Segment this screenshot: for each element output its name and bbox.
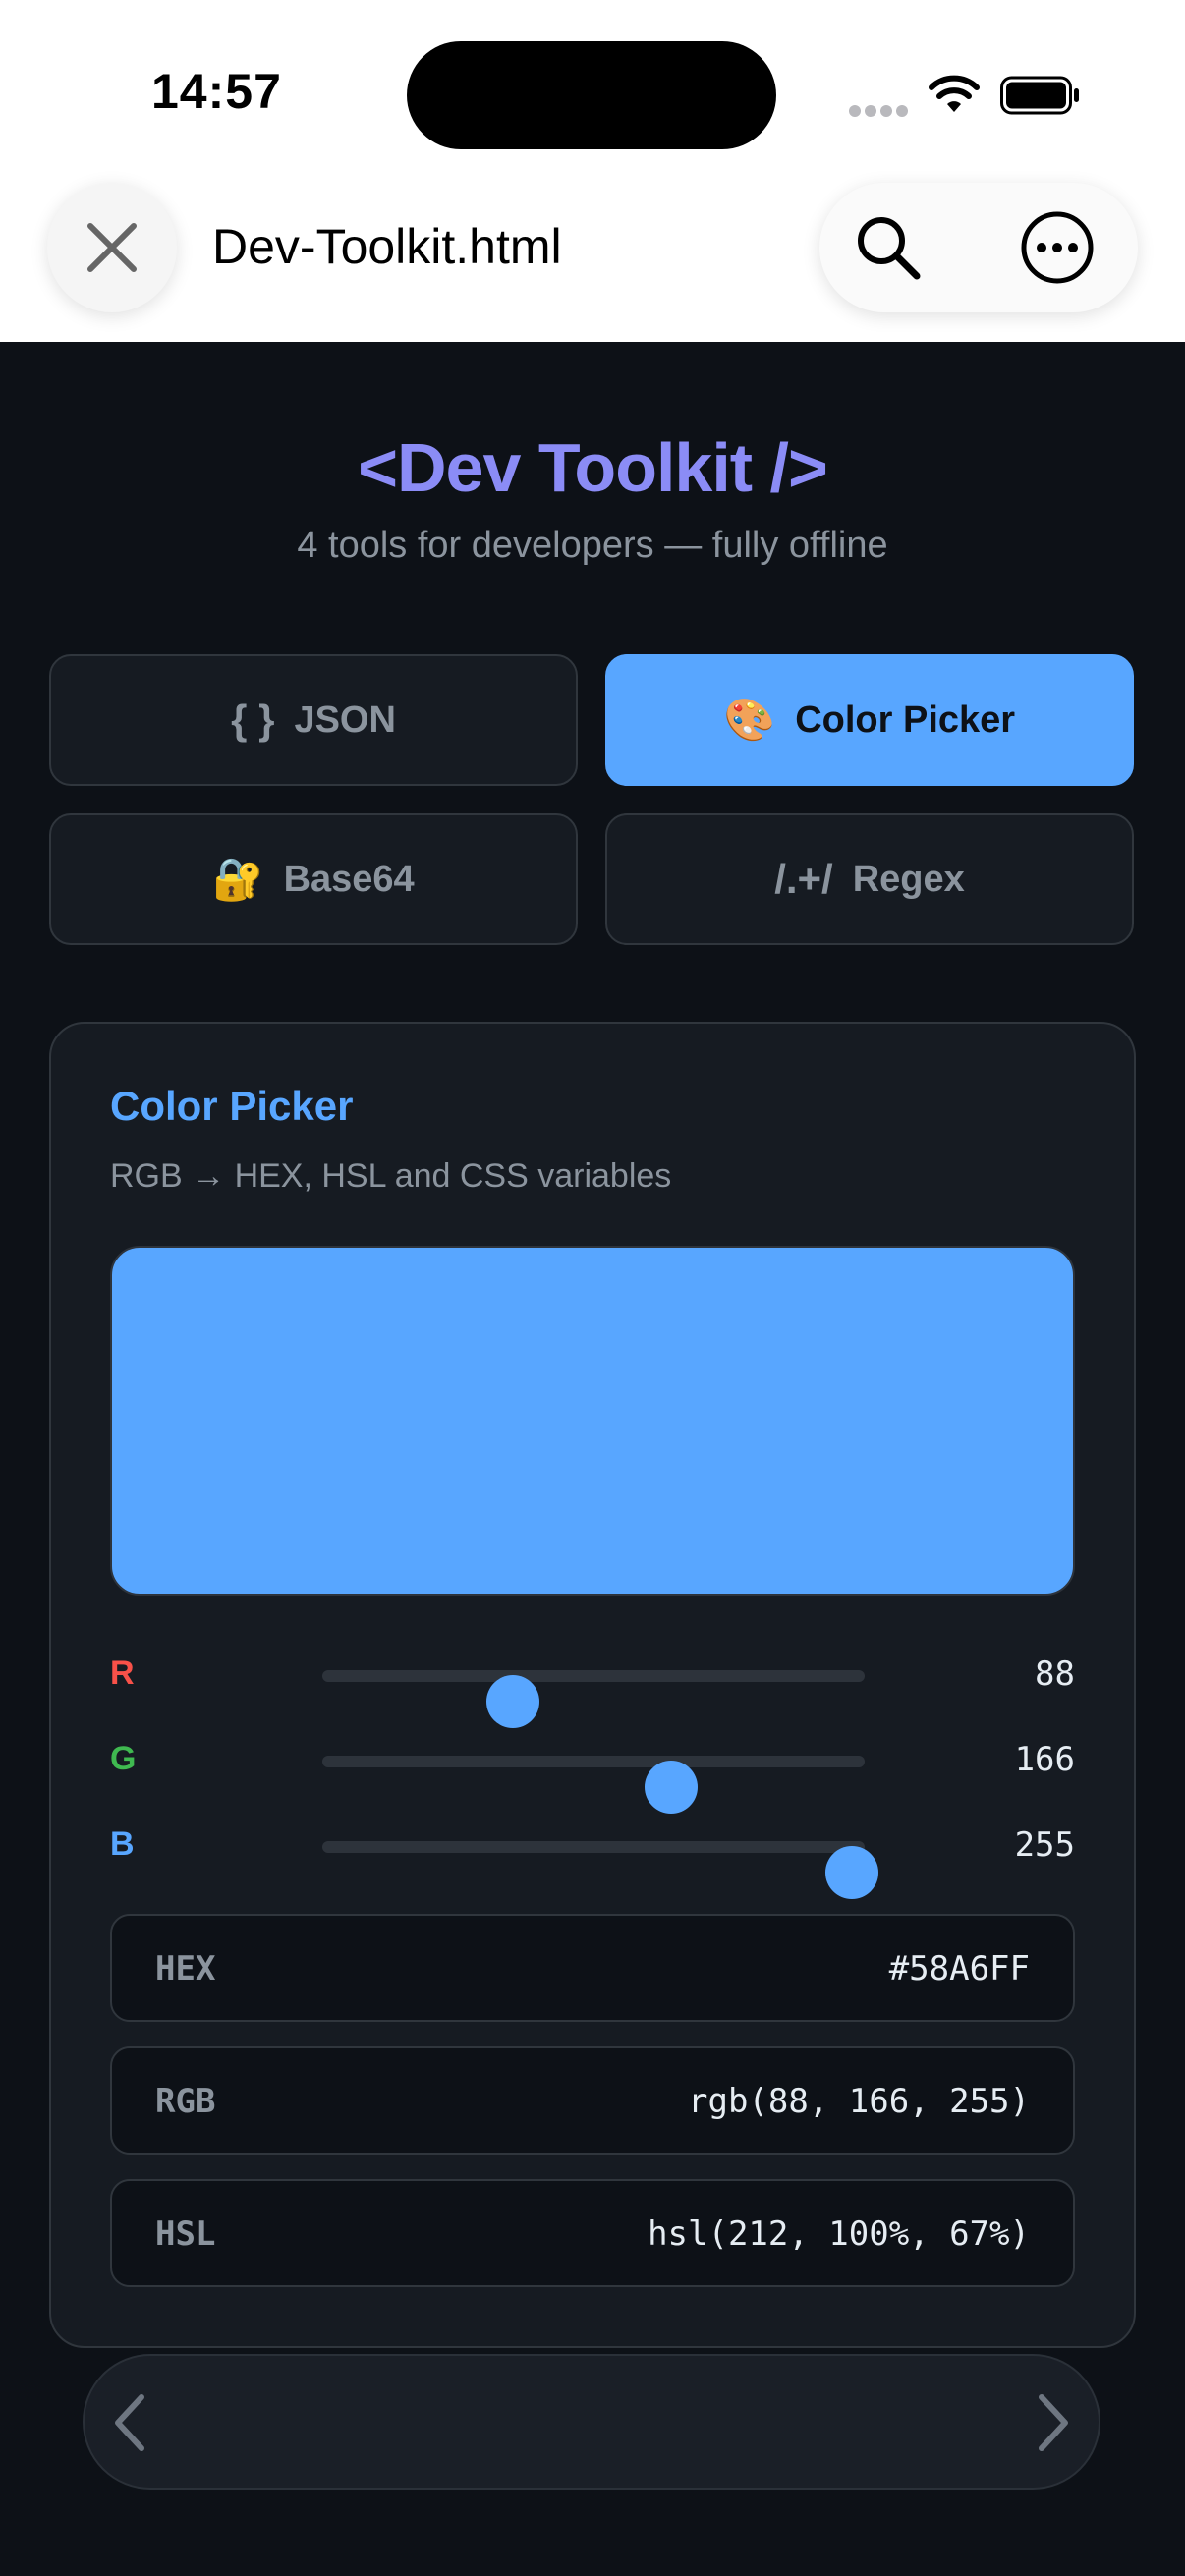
chevron-left-icon[interactable]	[102, 2389, 161, 2456]
tab-label: Regex	[852, 858, 965, 900]
panel-title: Color Picker	[110, 1083, 354, 1129]
tab-regex[interactable]: /.+/ Regex	[605, 813, 1134, 945]
color-swatch	[110, 1246, 1075, 1596]
status-time: 14:57	[151, 64, 282, 119]
battery-icon	[1000, 76, 1079, 115]
browser-nav-bar	[83, 2354, 1100, 2490]
tab-base64[interactable]: 🔐 Base64	[49, 813, 578, 945]
red-slider[interactable]	[322, 1670, 865, 1728]
output-key: RGB	[155, 2082, 216, 2121]
tab-color-picker[interactable]: 🎨 Color Picker	[605, 654, 1134, 786]
hsl-output[interactable]: HSL hsl(212, 100%, 67%)	[110, 2179, 1075, 2287]
page-title: Dev-Toolkit.html	[212, 219, 562, 274]
tab-label: Base64	[283, 858, 415, 900]
app-title: <Dev Toolkit />	[358, 429, 828, 506]
panel-subtitle: RGB → HEX, HSL and CSS variables	[110, 1157, 672, 1195]
output-value: hsl(212, 100%, 67%)	[648, 2214, 1030, 2254]
slider-thumb[interactable]	[825, 1846, 878, 1899]
tab-json[interactable]: { } JSON	[49, 654, 578, 786]
slider-label: G	[110, 1740, 137, 1777]
app-subtitle: 4 tools for developers — fully offline	[297, 525, 888, 566]
rgb-output[interactable]: RGB rgb(88, 166, 255)	[110, 2046, 1075, 2155]
blue-slider[interactable]	[322, 1841, 878, 1899]
slider-row-red: R 88	[110, 1645, 1075, 1728]
tab-label: JSON	[294, 699, 396, 741]
search-button[interactable]	[853, 212, 924, 283]
output-value: rgb(88, 166, 255)	[688, 2082, 1030, 2121]
slider-value: 88	[1035, 1654, 1075, 1694]
regex-icon: /.+/	[774, 856, 833, 902]
dynamic-island	[407, 41, 776, 149]
close-icon	[87, 223, 137, 272]
green-slider[interactable]	[322, 1756, 865, 1814]
slider-label: R	[110, 1654, 135, 1692]
more-button[interactable]	[1020, 210, 1095, 285]
braces-icon: { }	[231, 697, 275, 743]
tab-label: Color Picker	[795, 699, 1016, 741]
slider-label: B	[110, 1825, 135, 1863]
search-icon	[858, 217, 921, 280]
slider-row-green: G 166	[110, 1730, 1075, 1814]
slider-thumb[interactable]	[486, 1675, 540, 1728]
color-picker-panel: Color Picker RGB → HEX, HSL and CSS vari…	[49, 1022, 1136, 2348]
chevron-right-icon[interactable]	[1022, 2389, 1081, 2456]
wifi-icon	[929, 75, 980, 112]
slider-value: 255	[1014, 1825, 1075, 1865]
browser-actions	[819, 183, 1138, 312]
cellular-signal-icon	[849, 105, 910, 119]
output-key: HSL	[155, 2214, 216, 2254]
hex-output[interactable]: HEX #58A6FF	[110, 1914, 1075, 2022]
more-icon	[1021, 211, 1094, 284]
output-key: HEX	[155, 1949, 216, 1988]
slider-value: 166	[1014, 1740, 1075, 1779]
palette-icon: 🎨	[723, 696, 776, 743]
browser-header: 14:57 Dev-Toolkit.html	[0, 0, 1185, 342]
slider-thumb[interactable]	[645, 1761, 699, 1814]
slider-row-blue: B 255	[110, 1816, 1075, 1899]
output-value: #58A6FF	[888, 1949, 1030, 1988]
lock-key-icon: 🔐	[212, 855, 264, 902]
close-button[interactable]	[47, 183, 177, 312]
